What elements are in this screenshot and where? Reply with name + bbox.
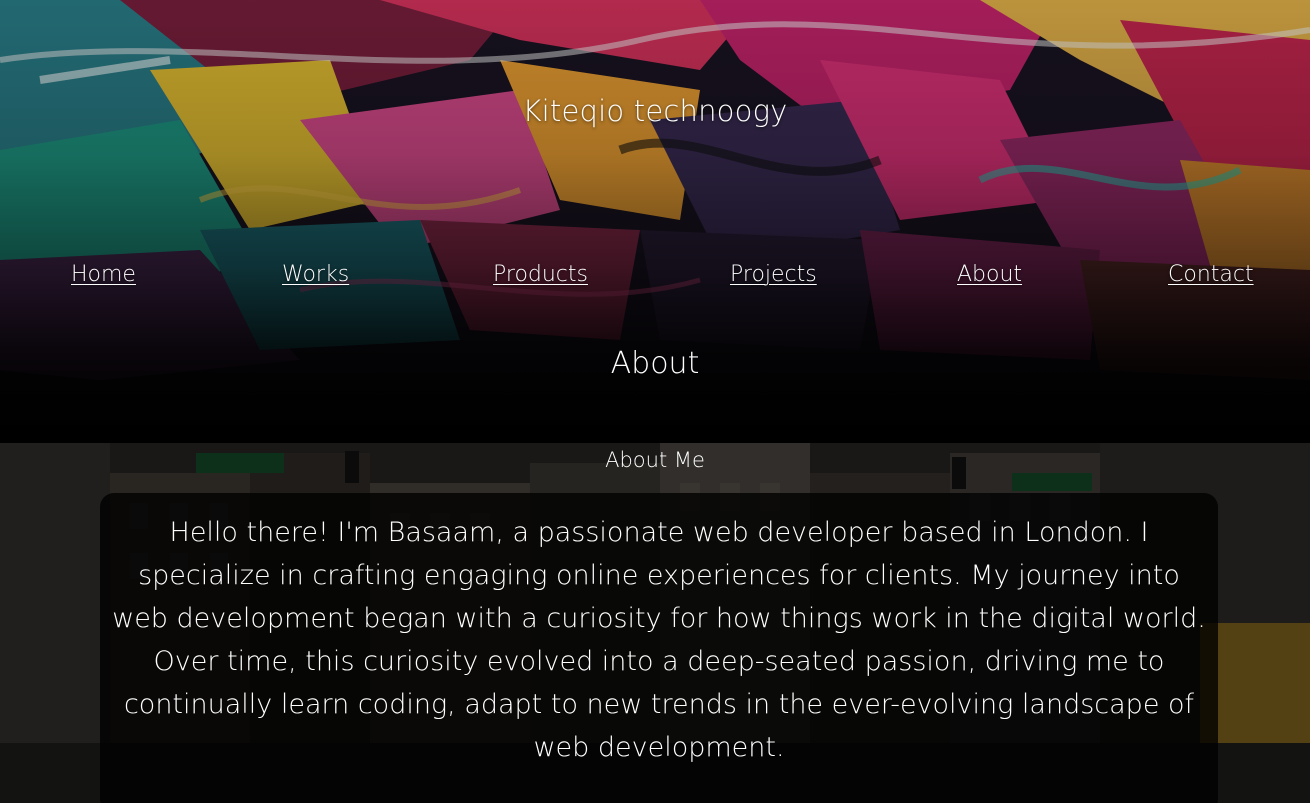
site-title: Kiteqio technoogy	[522, 94, 788, 128]
main-nav: Home Works Products Projects About Conta…	[0, 262, 1310, 296]
nav-link-about[interactable]: About	[957, 262, 1022, 287]
about-section: About Me Hello there! I'm Basaam, a pass…	[0, 443, 1310, 803]
nav-link-home[interactable]: Home	[71, 262, 136, 287]
page-heading: About	[610, 346, 700, 381]
section-title: About Me	[605, 448, 705, 472]
about-card: Hello there! I'm Basaam, a passionate we…	[100, 493, 1218, 803]
about-page: Kiteqio technoogy Home Works Products Pr…	[0, 0, 1310, 803]
about-description: Hello there! I'm Basaam, a passionate we…	[112, 517, 1206, 763]
nav-link-products[interactable]: Products	[493, 262, 588, 287]
nav-link-works[interactable]: Works	[282, 262, 349, 287]
hero-header: Kiteqio technoogy Home Works Products Pr…	[0, 0, 1310, 443]
nav-link-projects[interactable]: Projects	[730, 262, 817, 287]
nav-link-contact[interactable]: Contact	[1168, 262, 1254, 287]
